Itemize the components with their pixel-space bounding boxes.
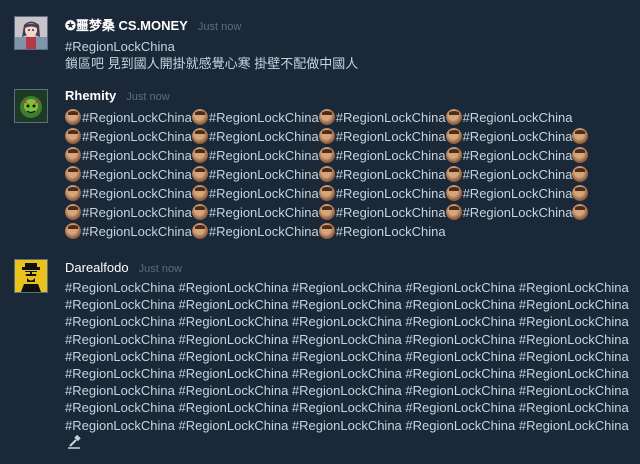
gavel-icon (66, 434, 82, 449)
hashtag-text: #RegionLockChina (462, 186, 573, 201)
face-emoticon-icon (318, 185, 335, 201)
face-emoticon-icon (65, 128, 81, 144)
comment-3-author-line: Darealfodo Just now (65, 260, 182, 277)
heisenberg-avatar[interactable] (14, 259, 48, 293)
hashtag-text: #RegionLockChina (82, 110, 192, 125)
anime-girl-avatar[interactable] (14, 16, 48, 50)
timestamp: Just now (138, 263, 183, 275)
comment-text-line: #RegionLockChina #RegionLockChina #RegionL… (65, 108, 635, 127)
comment-text-line: #RegionLockChina #RegionLockChina #Regio… (65, 280, 629, 295)
comment-text-line: #RegionLockChina #RegionLockChina #RegionL… (65, 184, 635, 203)
hashtag-text: #RegionLockChina (82, 224, 192, 239)
hashtag-text: #RegionLockChina (335, 205, 446, 220)
face-emoticon-icon (572, 185, 589, 201)
hashtag-text: #RegionLockChina (462, 129, 573, 144)
comment-3-body: #RegionLockChina #RegionLockChina #Regio… (65, 279, 635, 434)
face-emoticon-icon (191, 185, 208, 201)
hashtag-text: #RegionLockChina (208, 186, 319, 201)
comment-1-body: #RegionLockChina 鎖區吧 見到國人開掛就感覺心寒 掛壁不配做中國… (65, 37, 635, 73)
comment-text-line: #RegionLockChina #RegionLockChina #Regio… (65, 365, 629, 381)
hashtag-text: #RegionLockChina (82, 186, 192, 201)
author-name[interactable]: Darealfodo (65, 260, 129, 275)
face-emoticon-icon (318, 204, 335, 220)
hashtag-text: #RegionLockChina (82, 167, 192, 182)
author-name[interactable]: ✪噩梦桑 CS.MONEY (65, 18, 188, 33)
comment-text-line: #RegionLockChina #RegionLockChina #Regio… (65, 383, 629, 399)
face-emoticon-icon (445, 185, 462, 201)
hashtag-text: #RegionLockChina (462, 167, 573, 182)
face-emoticon-icon (445, 147, 462, 163)
comment-text-line: #RegionLockChina #RegionLockChina #RegionL… (65, 146, 635, 165)
face-emoticon-icon (572, 147, 589, 163)
face-emoticon-icon (191, 128, 208, 144)
face-emoticon-icon (318, 147, 335, 163)
hashtag-text: #RegionLockChina (335, 167, 446, 182)
hashtag-text: #RegionLockChina (335, 129, 446, 144)
comment-text-line: #RegionLockChina #RegionLockChina #RegionL… (65, 165, 635, 184)
hashtag-text: #RegionLockChina (335, 110, 446, 125)
comment-text-line: 鎖區吧 見到國人開掛就感覺心寒 掛壁不配做中國人 (65, 56, 359, 71)
face-emoticon-icon (572, 128, 589, 144)
hashtag-text: #RegionLockChina (462, 148, 573, 163)
comment-2-author-line: Rhemity Just now (65, 88, 170, 105)
comment-text-line: #RegionLockChina #RegionLockChina #Regio… (65, 314, 629, 330)
face-emoticon-icon (65, 185, 81, 201)
comment-text-line: #RegionLockChina #RegionLockChina #Regio… (65, 417, 629, 433)
hashtag-text: #RegionLockChina (82, 148, 192, 163)
face-emoticon-icon (318, 166, 335, 182)
face-emoticon-icon (445, 128, 462, 144)
face-emoticon-icon (191, 109, 208, 125)
face-emoticon-icon (65, 223, 81, 239)
face-emoticon-icon (318, 109, 335, 125)
comment-text-line: #RegionLockChina #RegionLockChina #Regio… (65, 331, 629, 347)
face-emoticon-icon (65, 109, 81, 125)
face-emoticon-icon (318, 223, 335, 239)
hashtag-text: #RegionLockChina (208, 205, 319, 220)
comment-text-line: #RegionLockChina #RegionLockChina #Regio… (65, 348, 629, 364)
face-emoticon-icon (191, 147, 208, 163)
comment-text-line: #RegionLockChina #RegionLockChina #RegionL… (65, 127, 635, 146)
hashtag-text: #RegionLockChina (208, 148, 319, 163)
hashtag-text: #RegionLockChina (208, 110, 319, 125)
hashtag-text: #RegionLockChina (335, 224, 446, 239)
face-emoticon-icon (191, 223, 208, 239)
hashtag-text: #RegionLockChina (462, 110, 573, 125)
face-emoticon-icon (65, 166, 81, 182)
comment-2-body: #RegionLockChina #RegionLockChina #RegionL… (65, 108, 635, 241)
comment-text-line: #RegionLockChina #RegionLockChina #Regio… (65, 400, 629, 416)
comment-1-author-line: ✪噩梦桑 CS.MONEY Just now (65, 18, 241, 35)
timestamp: Just now (126, 91, 170, 103)
face-emoticon-icon (191, 204, 208, 220)
comment-text-line: #RegionLockChina #RegionLockChina #RegionL… (65, 203, 635, 222)
face-emoticon-icon (65, 204, 81, 220)
hashtag-text: #RegionLockChina (82, 129, 192, 144)
face-emoticon-icon (445, 109, 462, 125)
hashtag-text: #RegionLockChina (462, 205, 573, 220)
hashtag-text: #RegionLockChina (208, 129, 319, 144)
hashtag-text: #RegionLockChina (335, 148, 446, 163)
author-name[interactable]: Rhemity (65, 88, 116, 103)
comment-text-line: #RegionLockChina #RegionLockChina #Regio… (65, 297, 629, 313)
hashtag-text: #RegionLockChina (82, 205, 192, 220)
hashtag-text: #RegionLockChina (208, 167, 319, 182)
hashtag-text: #RegionLockChina (335, 186, 446, 201)
timestamp: Just now (197, 21, 242, 33)
face-emoticon-icon (318, 128, 335, 144)
face-emoticon-icon (572, 166, 589, 182)
face-emoticon-icon (445, 204, 462, 220)
face-emoticon-icon (191, 166, 208, 182)
comment-text-line: #RegionLockChina #RegionLockChina #RegionL… (65, 222, 635, 241)
green-creature-avatar[interactable] (14, 89, 48, 123)
face-emoticon-icon (572, 204, 589, 220)
hashtag-text: #RegionLockChina (208, 224, 319, 239)
face-emoticon-icon (445, 166, 462, 182)
face-emoticon-icon (65, 147, 81, 163)
